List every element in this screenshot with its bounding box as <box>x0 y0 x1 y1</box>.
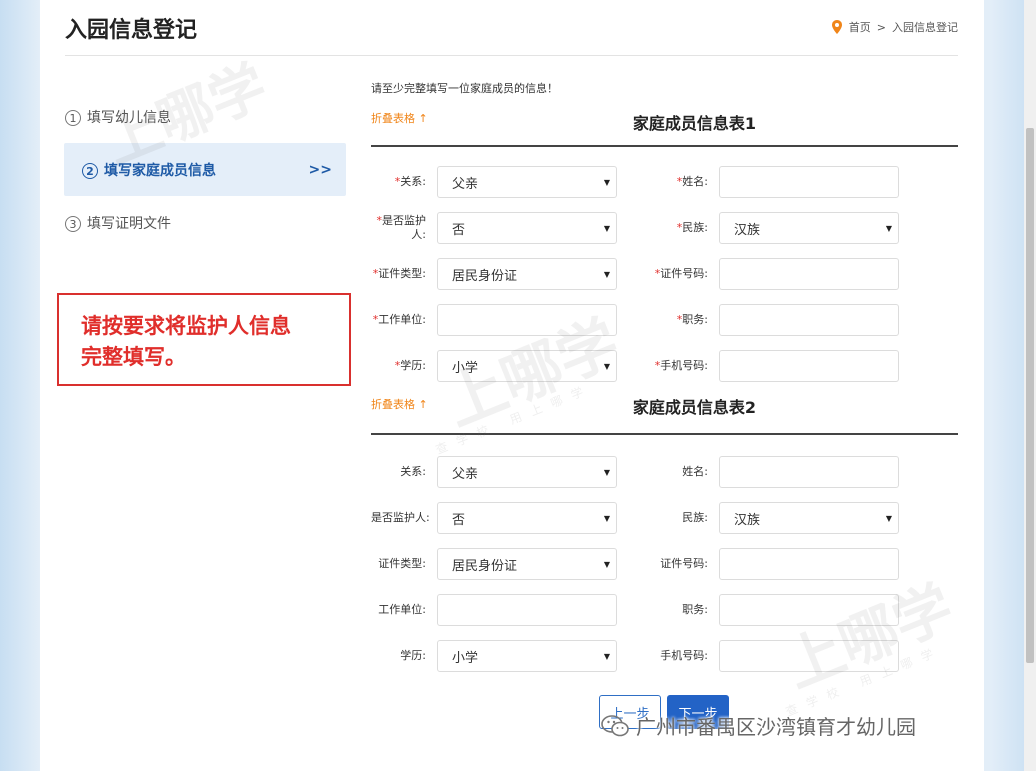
form-hint: 请至少完整填写一位家庭成员的信息！ <box>371 82 558 95</box>
table-2-row: 工作单位: 职务: <box>371 587 958 633</box>
name-input[interactable] <box>719 166 899 198</box>
edu-label: *学历: <box>394 359 426 372</box>
guardian-label: 是否监护人: <box>371 511 430 524</box>
table-1-row: *关系: 父亲 ▼ *姓名: <box>371 159 958 205</box>
credit-text: 广州市番禺区沙湾镇育才幼儿园 <box>636 715 916 739</box>
table-2-title: 家庭成员信息表2 <box>632 398 757 417</box>
ethnicity-select[interactable]: 汉族 ▼ <box>719 212 899 244</box>
scrollbar-thumb[interactable] <box>1026 128 1034 663</box>
breadcrumb-home[interactable]: 首页 <box>849 19 871 35</box>
caret-down-icon: ▼ <box>603 467 610 477</box>
caret-down-icon: ▼ <box>603 269 610 279</box>
breadcrumb-current: 入园信息登记 <box>892 21 958 34</box>
step-number: 2 <box>82 163 98 179</box>
phone-label: *手机号码: <box>654 359 708 372</box>
position-label: 职务: <box>682 603 708 616</box>
step-documents[interactable]: 3 填写证明文件 <box>64 196 346 249</box>
breadcrumb: 首页 > 入园信息登记 <box>831 19 958 35</box>
work-label: *工作单位: <box>372 313 426 326</box>
idnum-input[interactable] <box>719 258 899 290</box>
name-input[interactable] <box>719 456 899 488</box>
step-number: 3 <box>65 216 81 232</box>
caret-down-icon: ▼ <box>603 177 610 187</box>
location-pin-icon <box>831 20 842 34</box>
ethnicity-select[interactable]: 汉族 ▼ <box>719 502 899 534</box>
table-2-row: 证件类型: 居民身份证 ▼ 证件号码: <box>371 541 958 587</box>
step-number: 1 <box>65 110 81 126</box>
idtype-select[interactable]: 居民身份证 ▼ <box>437 548 617 580</box>
position-label: *职务: <box>676 313 708 326</box>
step-label: 填写幼儿信息 <box>87 109 171 126</box>
relation-select[interactable]: 父亲 ▼ <box>437 166 617 198</box>
position-input[interactable] <box>719 594 899 626</box>
step-family-info[interactable]: 2 填写家庭成员信息 >> <box>64 143 346 196</box>
relation-label: *关系: <box>394 175 426 188</box>
header-divider <box>65 55 958 56</box>
relation-label: 关系: <box>400 465 426 478</box>
table-2-row: 关系: 父亲 ▼ 姓名: <box>371 449 958 495</box>
step-label: 填写家庭成员信息 <box>104 162 216 179</box>
step-label: 填写证明文件 <box>87 215 171 232</box>
edu-label: 学历: <box>400 649 426 662</box>
caret-down-icon: ▼ <box>885 223 892 233</box>
caret-down-icon: ▼ <box>603 513 610 523</box>
work-input[interactable] <box>437 594 617 626</box>
table-1-row: *学历: 小学 ▼ *手机号码: <box>371 343 958 389</box>
notice-line-2: 完整填写。 <box>81 345 186 369</box>
guardian-label: *是否监护人: <box>376 214 427 241</box>
edu-select[interactable]: 小学 ▼ <box>437 640 617 672</box>
guardian-select[interactable]: 否 ▼ <box>437 212 617 244</box>
guardian-select[interactable]: 否 ▼ <box>437 502 617 534</box>
edu-select[interactable]: 小学 ▼ <box>437 350 617 382</box>
main-page: 入园信息登记 首页 > 入园信息登记 1 填写幼儿信息 2 填写家庭成员信息 >> … <box>40 0 984 771</box>
guardian-notice: 请按要求将监护人信息 完整填写。 <box>57 293 351 386</box>
step-arrow: >> <box>308 161 332 178</box>
breadcrumb-separator: > <box>876 20 886 34</box>
name-label: 姓名: <box>682 465 708 478</box>
vertical-scrollbar[interactable] <box>1024 0 1036 771</box>
step-child-info[interactable]: 1 填写幼儿信息 <box>64 90 346 143</box>
notice-line-1: 请按要求将监护人信息 <box>81 314 291 338</box>
source-credit: 广州市番禺区沙湾镇育才幼儿园 <box>600 711 916 740</box>
caret-down-icon: ▼ <box>603 651 610 661</box>
table-1-row: *是否监护人: 否 ▼ *民族: 汉族 ▼ <box>371 205 958 251</box>
work-label: 工作单位: <box>378 603 426 616</box>
caret-down-icon: ▼ <box>603 361 610 371</box>
wechat-icon <box>601 714 629 736</box>
caret-down-icon: ▼ <box>885 513 892 523</box>
idtype-select[interactable]: 居民身份证 ▼ <box>437 258 617 290</box>
table-2-header: 折叠表格 ↑ 家庭成员信息表2 <box>371 389 958 433</box>
page-title: 入园信息登记 <box>65 18 198 43</box>
idnum-label: *证件号码: <box>654 267 708 280</box>
table-1-title: 家庭成员信息表1 <box>632 114 757 133</box>
table-1-row: *证件类型: 居民身份证 ▼ *证件号码: <box>371 251 958 297</box>
step-list: 1 填写幼儿信息 2 填写家庭成员信息 >> 3 填写证明文件 <box>64 90 346 249</box>
idnum-input[interactable] <box>719 548 899 580</box>
position-input[interactable] <box>719 304 899 336</box>
table-2-row: 是否监护人: 否 ▼ 民族: 汉族 ▼ <box>371 495 958 541</box>
table-1-header: 折叠表格 ↑ 家庭成员信息表1 <box>371 100 958 145</box>
family-form: 请至少完整填写一位家庭成员的信息！ 折叠表格 ↑ 家庭成员信息表1 *关系: 父… <box>371 80 958 679</box>
phone-input[interactable] <box>719 350 899 382</box>
table-1-row: *工作单位: *职务: <box>371 297 958 343</box>
relation-select[interactable]: 父亲 ▼ <box>437 456 617 488</box>
table-1-divider <box>371 145 958 147</box>
ethnicity-label: 民族: <box>682 511 708 524</box>
work-input[interactable] <box>437 304 617 336</box>
caret-down-icon: ▼ <box>603 559 610 569</box>
caret-down-icon: ▼ <box>603 223 610 233</box>
name-label: *姓名: <box>676 175 708 188</box>
phone-label: 手机号码: <box>660 649 708 662</box>
ethnicity-label: *民族: <box>676 221 708 234</box>
idtype-label: *证件类型: <box>372 267 426 280</box>
idnum-label: 证件号码: <box>660 557 708 570</box>
idtype-label: 证件类型: <box>378 557 426 570</box>
